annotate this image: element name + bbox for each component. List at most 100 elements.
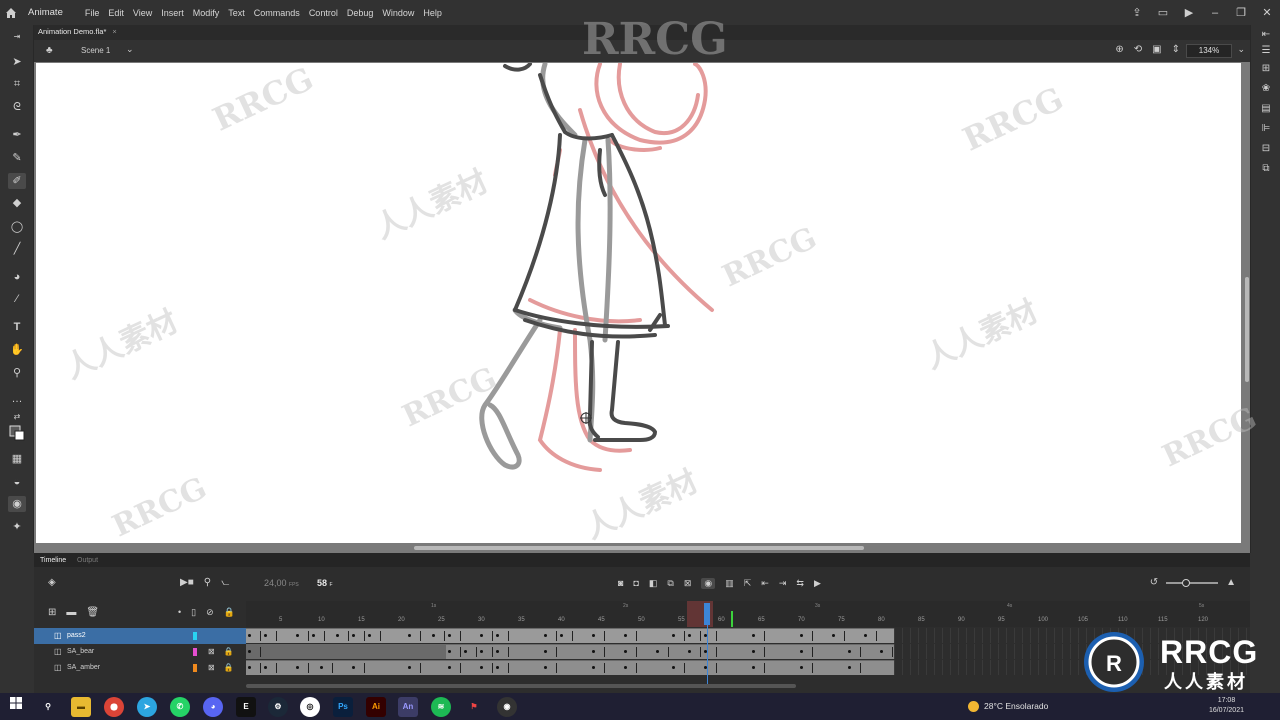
workspace-icon[interactable]: ▭ bbox=[1150, 6, 1176, 19]
keyframe-marker[interactable] bbox=[464, 650, 467, 653]
tab-output[interactable]: Output bbox=[77, 557, 98, 564]
snap-icon[interactable]: ◒ bbox=[8, 474, 26, 490]
outline-icon[interactable]: ▯ bbox=[191, 607, 196, 618]
tab-timeline[interactable]: Timeline bbox=[40, 557, 66, 564]
delete-layer-icon[interactable]: 🗑 bbox=[86, 607, 99, 618]
menu-window[interactable]: Window bbox=[382, 8, 414, 18]
play-icon[interactable]: ▶ bbox=[814, 578, 821, 589]
keyframe-marker[interactable] bbox=[544, 666, 547, 669]
keyframe-marker[interactable] bbox=[496, 650, 499, 653]
keyframe-marker[interactable] bbox=[800, 650, 803, 653]
menu-debug[interactable]: Debug bbox=[347, 8, 374, 18]
oval-tool-icon[interactable]: ◯ bbox=[8, 219, 26, 235]
keyframe-marker[interactable] bbox=[592, 666, 595, 669]
layer-color-swatch[interactable] bbox=[193, 632, 197, 640]
keyframe-marker[interactable] bbox=[544, 634, 547, 637]
color-icon[interactable]: ▤ bbox=[1260, 103, 1272, 115]
keyframe-marker[interactable] bbox=[496, 634, 499, 637]
keyframe-marker[interactable] bbox=[864, 634, 867, 637]
eyedropper-tool-icon[interactable]: ⁄ bbox=[8, 291, 26, 307]
line-tool-icon[interactable]: ╱ bbox=[8, 241, 26, 257]
close-window-icon[interactable]: ✕ bbox=[1254, 6, 1280, 19]
keyframe-marker[interactable] bbox=[752, 666, 755, 669]
eraser-tool-icon[interactable]: ◆ bbox=[8, 195, 26, 211]
keyframe-marker[interactable] bbox=[560, 634, 563, 637]
free-transform-tool-icon[interactable]: ⌗ bbox=[8, 76, 26, 92]
menu-view[interactable]: View bbox=[133, 8, 152, 18]
timeline-scrollbar[interactable] bbox=[246, 684, 796, 688]
current-frame-display[interactable]: 58 F bbox=[317, 578, 333, 588]
layer-name[interactable]: SA_bear bbox=[67, 648, 94, 655]
keyframe-marker[interactable] bbox=[624, 666, 627, 669]
clip-content-icon[interactable]: ▣ bbox=[1152, 44, 1161, 55]
keyframe-marker[interactable] bbox=[296, 634, 299, 637]
keyframe-marker[interactable] bbox=[832, 634, 835, 637]
photoshop-icon[interactable]: Ps bbox=[333, 697, 353, 717]
obs-icon[interactable]: ◉ bbox=[497, 697, 517, 717]
keyframe-marker[interactable] bbox=[264, 666, 267, 669]
app-pin-icon[interactable]: ⚑ bbox=[464, 697, 484, 717]
keyframe-marker[interactable] bbox=[688, 634, 691, 637]
onion-skin-icon[interactable]: ◉ bbox=[701, 578, 716, 589]
keyframe-marker[interactable] bbox=[752, 650, 755, 653]
panel-expand-icon[interactable]: ⇤ bbox=[1260, 29, 1272, 41]
keyframe-marker[interactable] bbox=[336, 634, 339, 637]
keyframe-marker[interactable] bbox=[480, 666, 483, 669]
search-icon[interactable]: ⚲ bbox=[38, 697, 58, 717]
align-icon[interactable]: ⊫ bbox=[1260, 123, 1272, 135]
rotate-stage-icon[interactable]: ⟲ bbox=[1134, 44, 1142, 55]
zoom-tool-icon[interactable]: ⚲ bbox=[8, 365, 26, 381]
object-drawing-icon[interactable]: ▦ bbox=[8, 451, 26, 467]
text-tool-icon[interactable]: T bbox=[8, 319, 26, 335]
steam-icon[interactable]: ⚙ bbox=[268, 697, 288, 717]
go-first-icon[interactable]: ⇤ bbox=[761, 578, 769, 589]
keyframe-marker[interactable] bbox=[544, 650, 547, 653]
keyframe-marker[interactable] bbox=[248, 650, 251, 653]
layer-row-pass2[interactable]: ◫ pass2 bbox=[34, 628, 246, 644]
undo-icon[interactable]: ↺ bbox=[1150, 577, 1158, 588]
file-explorer-icon[interactable]: ▬ bbox=[71, 697, 91, 717]
playhead[interactable] bbox=[704, 601, 710, 689]
stage-vertical-scrollbar[interactable] bbox=[1245, 277, 1249, 382]
pen-tool-icon[interactable]: ✒ bbox=[8, 127, 26, 143]
go-last-icon[interactable]: ⇥ bbox=[779, 578, 787, 589]
chevron-down-icon[interactable]: ⌄ bbox=[126, 44, 134, 55]
keyframe-marker[interactable] bbox=[672, 634, 675, 637]
layer-name[interactable]: pass2 bbox=[67, 632, 86, 639]
chrome-icon[interactable] bbox=[104, 697, 124, 717]
share-icon[interactable]: ⇪ bbox=[1124, 6, 1150, 19]
frames-pass2[interactable] bbox=[246, 628, 894, 643]
keyframe-marker[interactable] bbox=[848, 666, 851, 669]
keyframe-marker[interactable] bbox=[672, 666, 675, 669]
keyframe-marker[interactable] bbox=[624, 650, 627, 653]
close-tab-icon[interactable]: × bbox=[112, 27, 116, 36]
outline-toggle-icon[interactable]: ⊠ bbox=[208, 647, 215, 656]
properties-icon[interactable]: ☰ bbox=[1260, 45, 1272, 57]
components-icon[interactable]: ⧉ bbox=[1260, 163, 1272, 175]
paint-bucket-tool-icon[interactable]: ◕ bbox=[8, 269, 26, 285]
zoom-stepper-icon[interactable]: ⇕ bbox=[1172, 44, 1180, 55]
swap-colors-icon[interactable]: ⇄ bbox=[8, 409, 26, 425]
hand-tool-icon[interactable]: ✋ bbox=[8, 342, 26, 358]
center-stage-icon[interactable]: ⊕ bbox=[1115, 44, 1123, 55]
zoom-input[interactable]: 134% bbox=[1186, 44, 1232, 58]
smoothing-icon[interactable]: ✦ bbox=[8, 519, 26, 535]
outline-toggle-icon[interactable]: ⊠ bbox=[208, 663, 215, 672]
create-tween-icon[interactable]: ⧉ bbox=[667, 578, 673, 589]
keyframe-marker[interactable] bbox=[448, 634, 451, 637]
keyframe-marker[interactable] bbox=[496, 666, 499, 669]
keyframe-marker[interactable] bbox=[408, 666, 411, 669]
lock-icon[interactable]: 🔒 bbox=[224, 663, 234, 672]
onion-skin-end-marker[interactable] bbox=[731, 611, 733, 627]
insert-blank-keyframe-icon[interactable]: ◘ bbox=[633, 578, 638, 589]
insert-keyframe-icon[interactable]: ◙ bbox=[618, 578, 623, 589]
layer-name[interactable]: SA_amber bbox=[67, 664, 100, 671]
timeline-ruler[interactable]: 1s 2s 3s 4s 5s 5 10 15 20 25 30 35 40 45… bbox=[246, 601, 1250, 627]
telegram-icon[interactable]: ➤ bbox=[137, 697, 157, 717]
graph-icon[interactable]: ⦦ bbox=[221, 577, 229, 588]
new-layer-icon[interactable]: ⊞ bbox=[48, 607, 56, 618]
keyframe-marker[interactable] bbox=[480, 634, 483, 637]
more-tools-icon[interactable]: … bbox=[8, 391, 26, 407]
frame-width-slider[interactable] bbox=[1166, 578, 1219, 587]
delete-frame-icon[interactable]: ⊠ bbox=[684, 578, 692, 589]
